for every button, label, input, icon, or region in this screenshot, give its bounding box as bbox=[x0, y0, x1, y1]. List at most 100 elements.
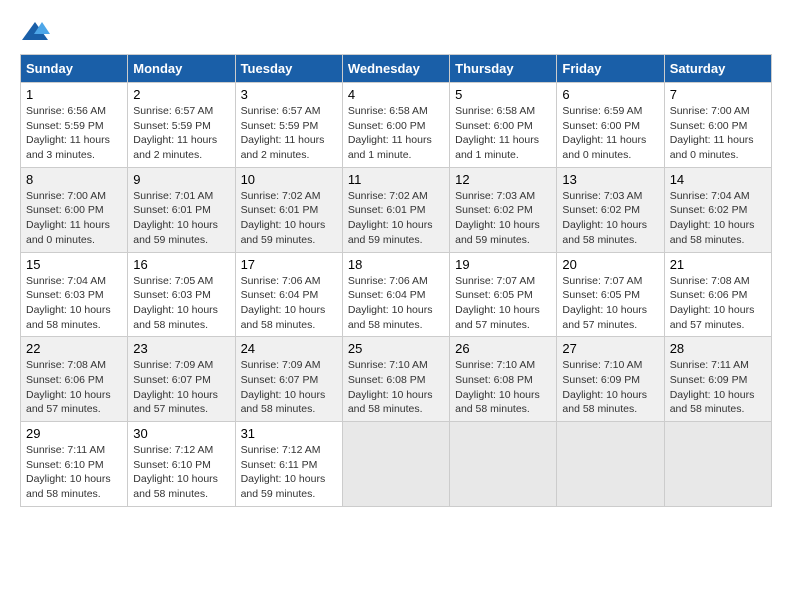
day-info: Sunrise: 7:10 AMSunset: 6:09 PMDaylight:… bbox=[562, 358, 658, 417]
day-info: Sunrise: 7:10 AMSunset: 6:08 PMDaylight:… bbox=[455, 358, 551, 417]
calendar-cell: 19Sunrise: 7:07 AMSunset: 6:05 PMDayligh… bbox=[450, 252, 557, 337]
day-info: Sunrise: 6:57 AMSunset: 5:59 PMDaylight:… bbox=[241, 104, 337, 163]
day-info: Sunrise: 7:09 AMSunset: 6:07 PMDaylight:… bbox=[241, 358, 337, 417]
col-header-sunday: Sunday bbox=[21, 55, 128, 83]
day-number: 16 bbox=[133, 257, 229, 272]
col-header-monday: Monday bbox=[128, 55, 235, 83]
calendar-cell: 5 Sunrise: 6:58 AMSunset: 6:00 PMDaylight… bbox=[450, 83, 557, 168]
calendar-cell: 17 Sunrise: 7:06 AMSunset: 6:04 PMDayligh… bbox=[235, 252, 342, 337]
day-number: 5 bbox=[455, 87, 551, 102]
calendar-body: 1 Sunrise: 6:56 AMSunset: 5:59 PMDaylight… bbox=[21, 83, 772, 507]
day-number: 1 bbox=[26, 87, 122, 102]
day-number: 9 bbox=[133, 172, 229, 187]
col-header-tuesday: Tuesday bbox=[235, 55, 342, 83]
day-info: Sunrise: 7:01 AMSunset: 6:01 PMDaylight:… bbox=[133, 189, 229, 248]
col-header-saturday: Saturday bbox=[664, 55, 771, 83]
day-number: 17 bbox=[241, 257, 337, 272]
day-info: Sunrise: 7:03 AMSunset: 6:02 PMDaylight:… bbox=[455, 189, 551, 248]
day-number: 31 bbox=[241, 426, 337, 441]
day-number: 21 bbox=[670, 257, 766, 272]
day-number: 20 bbox=[562, 257, 658, 272]
logo bbox=[20, 20, 52, 44]
day-number: 4 bbox=[348, 87, 444, 102]
day-info: Sunrise: 7:10 AMSunset: 6:08 PMDaylight:… bbox=[348, 358, 444, 417]
calendar-cell: 26 Sunrise: 7:10 AMSunset: 6:08 PMDayligh… bbox=[450, 337, 557, 422]
day-info: Sunrise: 6:57 AMSunset: 5:59 PMDaylight:… bbox=[133, 104, 229, 163]
calendar-cell: 12 Sunrise: 7:03 AMSunset: 6:02 PMDayligh… bbox=[450, 167, 557, 252]
calendar-cell: 4Sunrise: 6:58 AMSunset: 6:00 PMDaylight… bbox=[342, 83, 449, 168]
day-info: Sunrise: 7:00 AMSunset: 6:00 PMDaylight:… bbox=[670, 104, 766, 163]
day-number: 23 bbox=[133, 341, 229, 356]
day-number: 22 bbox=[26, 341, 122, 356]
calendar-cell: 16Sunrise: 7:05 AMSunset: 6:03 PMDayligh… bbox=[128, 252, 235, 337]
calendar-cell bbox=[664, 422, 771, 507]
day-info: Sunrise: 7:04 AMSunset: 6:03 PMDaylight:… bbox=[26, 274, 122, 333]
calendar-cell: 31 Sunrise: 7:12 AMSunset: 6:11 PMDayligh… bbox=[235, 422, 342, 507]
calendar-cell: 22 Sunrise: 7:08 AMSunset: 6:06 PMDayligh… bbox=[21, 337, 128, 422]
day-info: Sunrise: 7:02 AMSunset: 6:01 PMDaylight:… bbox=[348, 189, 444, 248]
calendar-cell: 11 Sunrise: 7:02 AMSunset: 6:01 PMDayligh… bbox=[342, 167, 449, 252]
calendar-cell: 20 Sunrise: 7:07 AMSunset: 6:05 PMDayligh… bbox=[557, 252, 664, 337]
calendar-cell: 25 Sunrise: 7:10 AMSunset: 6:08 PMDayligh… bbox=[342, 337, 449, 422]
day-info: Sunrise: 7:12 AMSunset: 6:10 PMDaylight:… bbox=[133, 443, 229, 502]
day-info: Sunrise: 7:07 AMSunset: 6:05 PMDaylight:… bbox=[562, 274, 658, 333]
calendar-week-row: 22 Sunrise: 7:08 AMSunset: 6:06 PMDayligh… bbox=[21, 337, 772, 422]
calendar-cell: 7Sunrise: 7:00 AMSunset: 6:00 PMDaylight… bbox=[664, 83, 771, 168]
calendar-week-row: 8Sunrise: 7:00 AMSunset: 6:00 PMDaylight… bbox=[21, 167, 772, 252]
calendar-cell: 29 Sunrise: 7:11 AMSunset: 6:10 PMDayligh… bbox=[21, 422, 128, 507]
day-info: Sunrise: 7:06 AMSunset: 6:04 PMDaylight:… bbox=[241, 274, 337, 333]
calendar-cell: 6Sunrise: 6:59 AMSunset: 6:00 PMDaylight… bbox=[557, 83, 664, 168]
calendar-cell: 3Sunrise: 6:57 AMSunset: 5:59 PMDaylight… bbox=[235, 83, 342, 168]
day-number: 18 bbox=[348, 257, 444, 272]
calendar-cell: 13 Sunrise: 7:03 AMSunset: 6:02 PMDayligh… bbox=[557, 167, 664, 252]
day-number: 10 bbox=[241, 172, 337, 187]
day-number: 24 bbox=[241, 341, 337, 356]
logo-icon bbox=[20, 20, 50, 44]
day-number: 13 bbox=[562, 172, 658, 187]
day-info: Sunrise: 7:11 AMSunset: 6:09 PMDaylight:… bbox=[670, 358, 766, 417]
day-info: Sunrise: 6:56 AMSunset: 5:59 PMDaylight:… bbox=[26, 104, 122, 163]
calendar-table: SundayMondayTuesdayWednesdayThursdayFrid… bbox=[20, 54, 772, 507]
calendar-cell: 8Sunrise: 7:00 AMSunset: 6:00 PMDaylight… bbox=[21, 167, 128, 252]
day-number: 30 bbox=[133, 426, 229, 441]
calendar-cell: 24 Sunrise: 7:09 AMSunset: 6:07 PMDayligh… bbox=[235, 337, 342, 422]
day-number: 11 bbox=[348, 172, 444, 187]
col-header-wednesday: Wednesday bbox=[342, 55, 449, 83]
day-number: 14 bbox=[670, 172, 766, 187]
day-number: 2 bbox=[133, 87, 229, 102]
calendar-header-row: SundayMondayTuesdayWednesdayThursdayFrid… bbox=[21, 55, 772, 83]
day-info: Sunrise: 7:08 AMSunset: 6:06 PMDaylight:… bbox=[670, 274, 766, 333]
day-info: Sunrise: 7:11 AMSunset: 6:10 PMDaylight:… bbox=[26, 443, 122, 502]
calendar-cell bbox=[557, 422, 664, 507]
calendar-cell: 23 Sunrise: 7:09 AMSunset: 6:07 PMDayligh… bbox=[128, 337, 235, 422]
day-number: 19 bbox=[455, 257, 551, 272]
calendar-cell: 9 Sunrise: 7:01 AMSunset: 6:01 PMDaylight… bbox=[128, 167, 235, 252]
day-info: Sunrise: 6:58 AMSunset: 6:00 PMDaylight:… bbox=[455, 104, 551, 163]
page-header bbox=[20, 20, 772, 44]
calendar-cell: 14Sunrise: 7:04 AMSunset: 6:02 PMDayligh… bbox=[664, 167, 771, 252]
col-header-thursday: Thursday bbox=[450, 55, 557, 83]
col-header-friday: Friday bbox=[557, 55, 664, 83]
day-info: Sunrise: 7:06 AMSunset: 6:04 PMDaylight:… bbox=[348, 274, 444, 333]
calendar-cell bbox=[450, 422, 557, 507]
calendar-cell: 18 Sunrise: 7:06 AMSunset: 6:04 PMDayligh… bbox=[342, 252, 449, 337]
calendar-cell: 30 Sunrise: 7:12 AMSunset: 6:10 PMDayligh… bbox=[128, 422, 235, 507]
day-info: Sunrise: 7:09 AMSunset: 6:07 PMDaylight:… bbox=[133, 358, 229, 417]
calendar-cell: 2 Sunrise: 6:57 AMSunset: 5:59 PMDaylight… bbox=[128, 83, 235, 168]
day-info: Sunrise: 7:08 AMSunset: 6:06 PMDaylight:… bbox=[26, 358, 122, 417]
day-number: 25 bbox=[348, 341, 444, 356]
day-number: 27 bbox=[562, 341, 658, 356]
day-number: 8 bbox=[26, 172, 122, 187]
day-number: 26 bbox=[455, 341, 551, 356]
calendar-week-row: 1 Sunrise: 6:56 AMSunset: 5:59 PMDaylight… bbox=[21, 83, 772, 168]
day-info: Sunrise: 7:12 AMSunset: 6:11 PMDaylight:… bbox=[241, 443, 337, 502]
calendar-cell: 10Sunrise: 7:02 AMSunset: 6:01 PMDayligh… bbox=[235, 167, 342, 252]
day-number: 15 bbox=[26, 257, 122, 272]
day-number: 12 bbox=[455, 172, 551, 187]
calendar-cell: 28Sunrise: 7:11 AMSunset: 6:09 PMDayligh… bbox=[664, 337, 771, 422]
day-info: Sunrise: 6:59 AMSunset: 6:00 PMDaylight:… bbox=[562, 104, 658, 163]
day-number: 29 bbox=[26, 426, 122, 441]
calendar-cell: 1 Sunrise: 6:56 AMSunset: 5:59 PMDaylight… bbox=[21, 83, 128, 168]
day-info: Sunrise: 7:03 AMSunset: 6:02 PMDaylight:… bbox=[562, 189, 658, 248]
calendar-cell bbox=[342, 422, 449, 507]
